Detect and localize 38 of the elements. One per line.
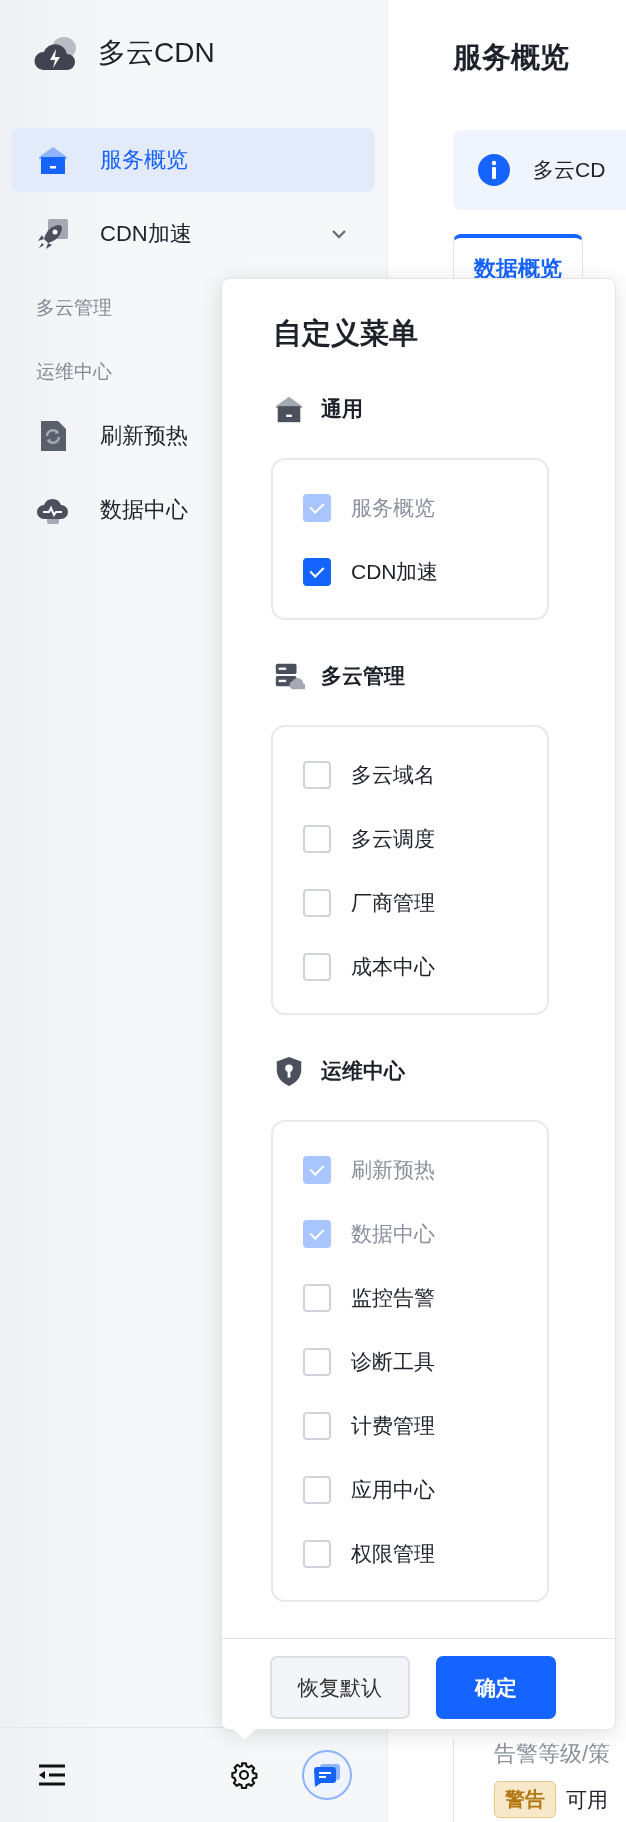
rocket-icon [36, 217, 70, 251]
menu-option[interactable]: 监控告警 [303, 1266, 547, 1330]
chat-icon [313, 1762, 341, 1788]
menu-option[interactable]: 厂商管理 [303, 871, 547, 935]
confirm-button[interactable]: 确定 [436, 1656, 556, 1719]
menu-option[interactable]: 多云域名 [303, 743, 547, 807]
alert-level-tag: 警告 [494, 1781, 556, 1818]
menu-option[interactable]: 应用中心 [303, 1458, 547, 1522]
checkbox[interactable] [303, 558, 331, 586]
notice-text: 多云CD [533, 157, 606, 183]
app-name: 多云CDN [98, 36, 215, 70]
reset-button[interactable]: 恢复默认 [270, 1656, 410, 1719]
section-title: 通用 [321, 396, 363, 422]
collapse-menu-icon[interactable] [38, 1764, 66, 1786]
nav-item-label: CDN加速 [100, 220, 192, 248]
section-title: 运维中心 [321, 1058, 405, 1084]
info-icon [477, 153, 511, 187]
alert-text: 可用 [566, 1786, 608, 1813]
chat-button[interactable] [302, 1750, 352, 1800]
nav-item[interactable]: CDN加速 [12, 202, 375, 266]
chevron-down-icon [331, 229, 347, 239]
menu-option[interactable]: 权限管理 [303, 1522, 547, 1586]
nav-item-label: 数据中心 [100, 496, 188, 524]
section-title: 多云管理 [321, 663, 405, 689]
alert-heading: 告警等级/策 [494, 1740, 612, 1768]
popover-title: 自定义菜单 [272, 316, 419, 351]
nav-item[interactable]: 服务概览 [12, 128, 375, 192]
settings-icon[interactable] [230, 1761, 258, 1789]
menu-option[interactable]: 成本中心 [303, 935, 547, 999]
page-title: 服务概览 [453, 40, 570, 75]
menu-option[interactable]: CDN加速 [303, 540, 547, 604]
menu-option[interactable]: 诊断工具 [303, 1330, 547, 1394]
nav-group-label: 运维中心 [36, 360, 112, 384]
menu-option[interactable]: 多云调度 [303, 807, 547, 871]
menu-option[interactable]: 计费管理 [303, 1394, 547, 1458]
nav-item-label: 服务概览 [100, 146, 188, 174]
nav-item-label: 刷新预热 [100, 422, 188, 450]
nav-group-label: 多云管理 [36, 296, 112, 320]
